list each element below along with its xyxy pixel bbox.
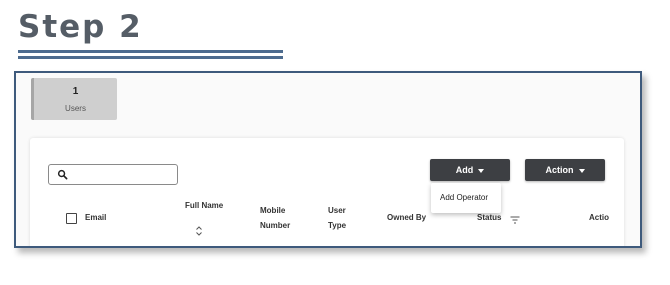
column-header-mobile-line2: Number (260, 221, 291, 230)
sort-icon[interactable] (195, 226, 203, 236)
add-dropdown-menu: Add Operator (431, 183, 501, 213)
column-header-full-name[interactable]: Full Name (185, 198, 223, 213)
search-input[interactable] (48, 164, 178, 185)
title-underline-top (18, 50, 283, 53)
filter-icon[interactable] (510, 216, 520, 224)
users-table-panel: Add Action Add Operator Email Full Name … (30, 138, 624, 246)
screenshot-frame: 1 Users Add Action Add Operator Email Fu… (14, 71, 642, 248)
column-header-email[interactable]: Email (85, 210, 106, 225)
column-header-owned-by[interactable]: Owned By (387, 210, 426, 225)
select-all-checkbox[interactable] (66, 213, 77, 224)
chevron-down-icon (478, 168, 485, 173)
action-button[interactable]: Action (525, 159, 605, 181)
title-underline-bottom (18, 56, 283, 59)
users-count-tile[interactable]: 1 Users (31, 78, 117, 120)
add-button-label: Add (455, 165, 474, 175)
column-header-mobile-number[interactable]: Mobile Number (260, 203, 290, 233)
users-label: Users (65, 104, 86, 113)
users-count: 1 (72, 86, 79, 97)
search-icon (57, 169, 68, 180)
action-button-label: Action (545, 165, 574, 175)
column-header-actions[interactable]: Actio (589, 210, 609, 225)
column-header-user-type-line2: Type (328, 221, 347, 230)
column-header-user-type[interactable]: User Type (328, 203, 346, 233)
column-header-mobile-line1: Mobile (260, 206, 286, 215)
add-button[interactable]: Add (430, 159, 510, 181)
column-header-user-type-line1: User (328, 206, 346, 215)
menu-item-add-operator[interactable]: Add Operator (440, 193, 488, 202)
chevron-down-icon (578, 168, 585, 173)
step-title: Step 2 (18, 9, 143, 45)
